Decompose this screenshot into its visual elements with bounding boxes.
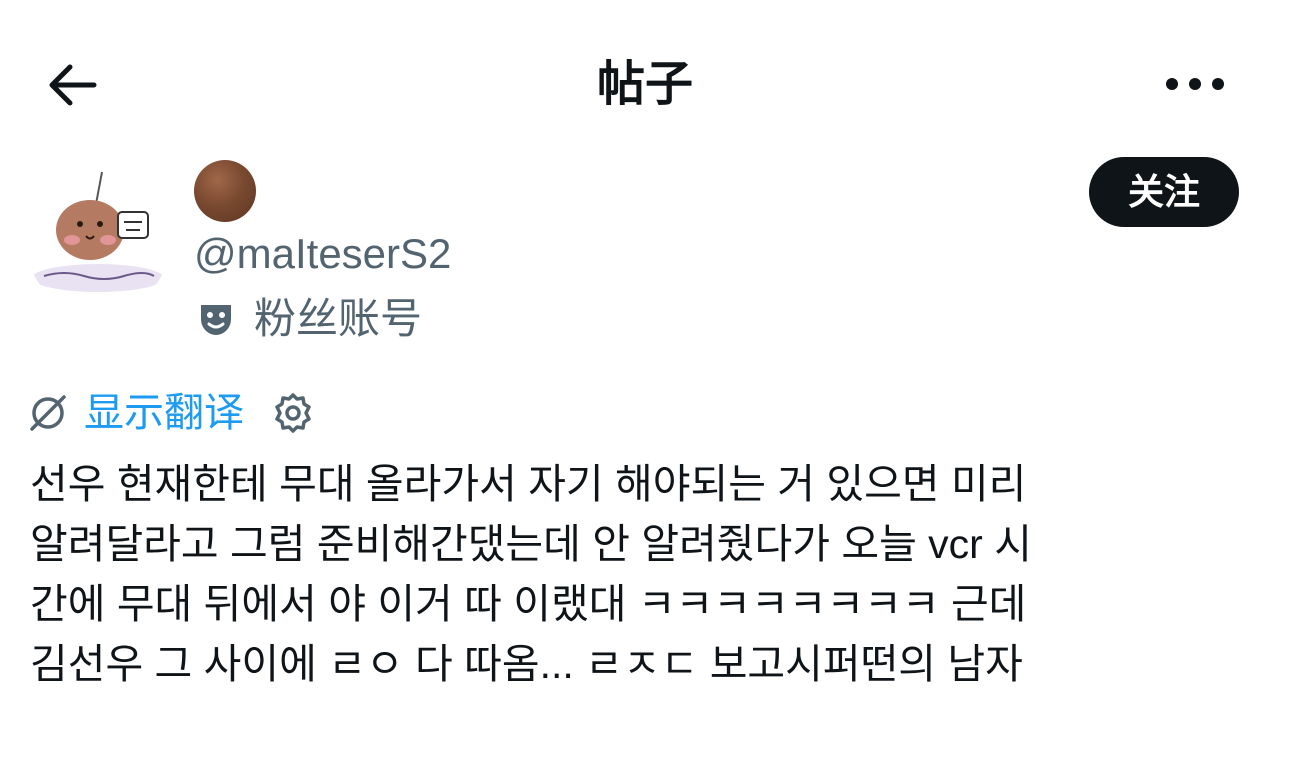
- gear-icon: [275, 393, 311, 433]
- badge-label: 粉丝账号: [254, 295, 423, 342]
- account-label: 粉丝账号: [196, 292, 422, 346]
- follow-button[interactable]: 关注: [1089, 157, 1239, 227]
- post-text-line: 김선우 그 사이에 ㄹㅇ 다 따옴... ㄹㅈㄷ 보고시퍼떤의 남자: [30, 641, 1023, 687]
- post-text-line: 간에 무대 뒤에서 야 이거 따 이랬대 ㅋㅋㅋㅋㅋㅋㅋㅋ 근데: [30, 581, 1027, 627]
- post-text-line: 선우 현재한테 무대 올라가서 자기 해야되는 거 있으면 미리: [30, 461, 1027, 507]
- top-bar: 帖子: [0, 0, 1290, 170]
- post-detail-page: 帖子 @maIteserS2 粉丝账号 关注 显示翻译 선우 현재한테 무대 올…: [0, 0, 1290, 784]
- theater-mask-icon: [201, 305, 231, 335]
- translate-off-icon: [30, 395, 66, 431]
- display-name-emoji[interactable]: [194, 160, 256, 222]
- more-horizontal-icon: [1166, 78, 1224, 90]
- post-text-line: 알려달라고 그럼 준비해간댔는데 안 알려줬다가 오늘 vcr 시: [30, 521, 1032, 567]
- post-text: 선우 현재한테 무대 올라가서 자기 해야되는 거 있으면 미리 알려달라고 그…: [30, 454, 1265, 694]
- show-translation-link[interactable]: 显示翻译: [84, 387, 244, 439]
- author-avatar[interactable]: [26, 170, 170, 314]
- translation-settings-button[interactable]: [270, 390, 316, 436]
- page-title: 帖子: [596, 58, 693, 111]
- translate-row: 显示翻译: [28, 385, 316, 441]
- profile-avatar: [26, 170, 170, 314]
- more-options-button[interactable]: [1160, 60, 1230, 108]
- author-handle[interactable]: @maIteserS2: [194, 228, 451, 280]
